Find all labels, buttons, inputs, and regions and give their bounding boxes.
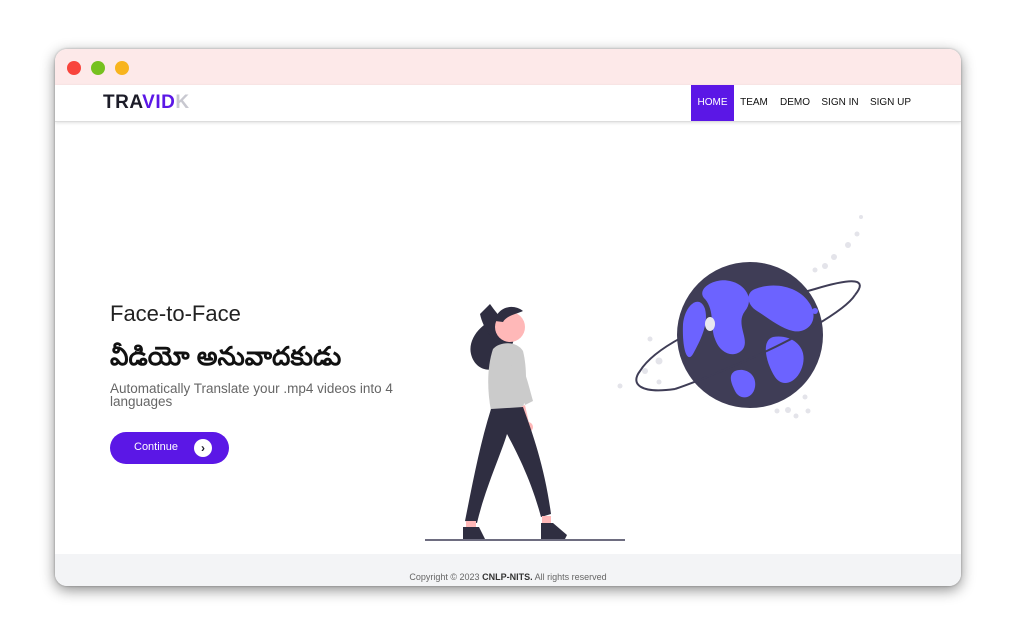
hero-illustration — [425, 215, 863, 541]
footer-suffix: All rights reserved — [532, 572, 607, 582]
globe — [677, 262, 823, 408]
woman-figure — [463, 304, 567, 539]
footer: Copyright © 2023 CNLP-NITS. All rights r… — [55, 554, 961, 586]
footer-brand: CNLP-NITS. — [482, 572, 533, 582]
footer-prefix: Copyright © 2023 — [409, 572, 483, 582]
footer-copyright: Copyright © 2023 CNLP-NITS. All rights r… — [55, 572, 961, 582]
browser-window: TRAVIDK HOME TEAM DEMO SIGN IN SIGN UP F… — [55, 49, 961, 586]
